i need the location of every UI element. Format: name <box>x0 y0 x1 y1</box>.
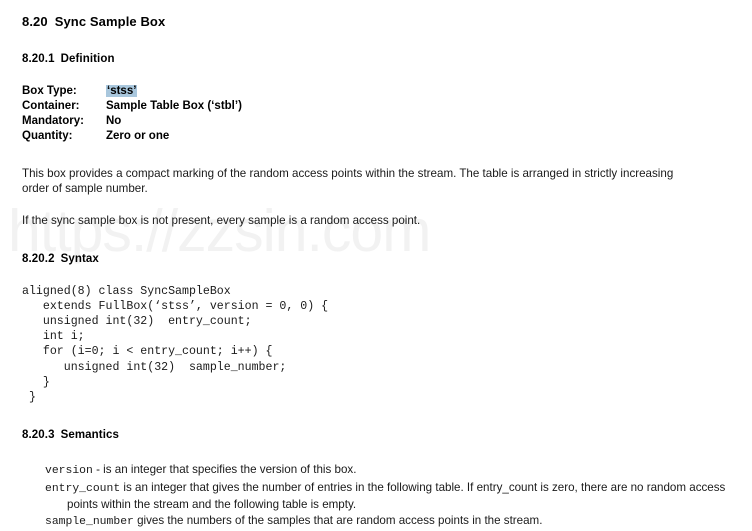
document-content: 8.20 Sync Sample Box 8.20.1 Definition Box… <box>0 0 752 531</box>
semantics-heading-number: 8.20.3 <box>22 429 55 442</box>
table-row: Box Type: ‘stss’ <box>22 84 242 99</box>
semantics-term-version: version <box>45 465 93 478</box>
definition-heading-number: 8.20.1 <box>22 53 55 65</box>
semantics-description-version: - is an integer that specifies the versi… <box>92 463 357 477</box>
document-page: https://zzsin.com 8.20 Sync Sample Box 8.… <box>0 0 752 528</box>
definition-key-mandatory: Mandatory: <box>22 115 84 127</box>
definition-paragraph-2: If the sync sample box is not present, e… <box>22 214 421 227</box>
semantics-heading-title: Semantics <box>60 429 120 442</box>
semantics-description-sample-number: gives the numbers of the samples that ar… <box>133 513 543 527</box>
table-row: Quantity: Zero or one <box>22 129 242 144</box>
semantics-term-sample-number: sample_number <box>45 515 134 528</box>
definition-paragraph-1: This box provides a compact marking of t… <box>22 167 674 195</box>
semantics-term-entry-count: entry_count <box>45 482 121 495</box>
list-item: entry_count is an integer that gives the… <box>22 480 747 513</box>
definition-value-quantity: Zero or one <box>106 130 170 142</box>
semantics-list: version - is an integer that specifies t… <box>22 462 730 530</box>
section-heading-number: 8.20 <box>22 14 48 29</box>
definition-heading: 8.20.1 Definition <box>22 53 730 65</box>
table-row: Mandatory: No <box>22 114 242 129</box>
section-heading-title: Sync Sample Box <box>54 14 166 29</box>
definition-value-mandatory: No <box>106 115 122 127</box>
definition-key-container: Container: <box>22 100 80 112</box>
list-item: sample_number gives the numbers of the s… <box>22 513 747 531</box>
syntax-heading-title: Syntax <box>60 252 99 265</box>
box-type-highlight: ‘stss’ <box>106 85 138 97</box>
definition-value-container: Sample Table Box (‘stbl’) <box>106 100 242 112</box>
syntax-heading-number: 8.20.2 <box>22 252 55 265</box>
semantics-description-entry-count: is an integer that gives the number of e… <box>67 480 726 512</box>
table-row: Container: Sample Table Box (‘stbl’) <box>22 99 242 114</box>
semantics-heading: 8.20.3 Semantics <box>22 429 730 441</box>
section-heading: 8.20 Sync Sample Box <box>22 14 730 29</box>
definition-value-box-type: ‘stss’ <box>106 84 242 99</box>
definition-heading-title: Definition <box>60 53 115 65</box>
list-item: version - is an integer that specifies t… <box>22 462 747 480</box>
syntax-heading: 8.20.2 Syntax <box>22 253 730 265</box>
definition-key-quantity: Quantity: <box>22 130 73 142</box>
syntax-code-block: aligned(8) class SyncSampleBox extends F… <box>22 284 329 404</box>
definition-table: Box Type: ‘stss’ Container: Sample Table… <box>22 84 242 144</box>
definition-key-box-type: Box Type: <box>22 85 77 97</box>
